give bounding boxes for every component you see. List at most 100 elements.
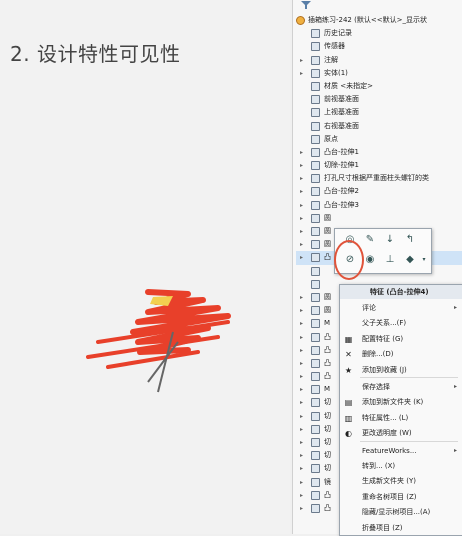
tree-item-label: 凸 (324, 332, 331, 341)
expand-arrow-icon[interactable]: ▸ (300, 331, 303, 344)
feature-icon (311, 95, 320, 105)
tree-item[interactable]: ▸ 凸台-拉伸3 (296, 199, 462, 212)
expand-arrow-icon[interactable]: ▸ (300, 344, 303, 357)
expand-arrow-icon[interactable]: ▸ (300, 502, 303, 515)
expand-arrow-icon[interactable]: ▸ (300, 291, 303, 304)
expand-arrow-icon[interactable]: ▸ (300, 462, 303, 475)
feature-icon (311, 68, 320, 78)
menu-item-icon: ★ (344, 365, 353, 375)
tree-item[interactable]: 右视基准面 (296, 120, 462, 133)
feature-icon (311, 81, 320, 91)
expand-arrow-icon[interactable]: ▸ (300, 159, 303, 172)
tree-item[interactable]: ▸ 切除-拉伸1 (296, 159, 462, 172)
feature-icon (311, 55, 320, 65)
filter-icon[interactable] (300, 0, 312, 10)
menu-item-label: 生成新文件夹 (Y) (362, 477, 416, 486)
tree-item-label: M (324, 319, 331, 328)
expand-arrow-icon[interactable]: ▸ (300, 54, 303, 67)
tree-item[interactable]: ▸ 凸台-拉伸1 (296, 146, 462, 159)
expand-arrow-icon[interactable]: ▸ (300, 185, 303, 198)
tree-item-label: 凸 (324, 490, 331, 499)
expand-arrow-icon[interactable]: ▸ (300, 449, 303, 462)
menu-item-label: 添加到新文件夹 (K) (362, 398, 424, 407)
tree-item[interactable]: 前视基准面 (296, 93, 462, 106)
part-icon (296, 16, 305, 25)
expand-arrow-icon[interactable]: ▸ (300, 489, 303, 502)
rollback-icon[interactable]: ↓ (383, 233, 397, 247)
context-menu-item[interactable]: ▦ 配置特征 (G) (340, 332, 462, 346)
context-menu-item[interactable]: ▥ 特征属性... (L) (340, 411, 462, 425)
context-menu-item[interactable]: 保存选择 ▸ (340, 380, 462, 394)
expand-arrow-icon[interactable]: ▸ (300, 67, 303, 80)
context-menu-item[interactable]: ▤ 添加到新文件夹 (K) (340, 395, 462, 409)
tree-item[interactable]: 上视基准面 (296, 106, 462, 119)
tree-item[interactable]: ▸ 注解 (296, 54, 462, 67)
tree-item[interactable]: 传感器 (296, 40, 462, 53)
tree-item[interactable]: ▸ 凸台-拉伸2 (296, 185, 462, 198)
tree-item-label: 凸 (324, 358, 331, 367)
chevron-down-icon[interactable]: ▾ (417, 253, 431, 267)
context-menu-item[interactable]: 重命名树项目 (Z) (340, 490, 462, 504)
expand-arrow-icon[interactable]: ▸ (300, 225, 303, 238)
appearance-icon[interactable]: ◆ (403, 253, 417, 267)
menu-separator (360, 377, 458, 378)
menu-item-icon (344, 319, 353, 328)
expand-arrow-icon[interactable]: ▸ (300, 212, 303, 225)
tree-item[interactable]: ▸ 实体(1) (296, 67, 462, 80)
tree-item[interactable]: 材质 <未指定> (296, 80, 462, 93)
expand-arrow-icon[interactable]: ▸ (300, 146, 303, 159)
expand-arrow-icon[interactable]: ▸ (300, 423, 303, 436)
menu-separator (360, 440, 458, 442)
undo-icon[interactable]: ↰ (403, 233, 417, 247)
context-menu-item[interactable]: 父子关系...(F) (340, 316, 462, 330)
context-menu-item[interactable]: ◐ 更改透明度 (W) (340, 426, 462, 440)
tree-item-label: 注解 (324, 55, 338, 64)
suppress-icon[interactable]: ◉ (363, 253, 377, 267)
tree-root[interactable]: 插箱练习-242 (默认<<默认>_显示状 (296, 14, 462, 27)
expand-arrow-icon[interactable]: ▸ (300, 396, 303, 409)
tree-item[interactable]: ▸ 打孔尺寸根据严重面柱头螺钉的类 (296, 172, 462, 185)
menu-item-icon: ▤ (344, 398, 353, 408)
feature-icon (311, 121, 320, 131)
expand-arrow-icon[interactable]: ▸ (300, 370, 303, 383)
tree-item-label: 切 (324, 411, 331, 420)
tree-item-label: 前视基准面 (324, 95, 359, 104)
normal-to-icon[interactable]: ⊥ (383, 253, 397, 267)
edit-feature-icon[interactable]: ✎ (363, 233, 377, 247)
menu-item-label: 折叠项目 (Z) (362, 523, 403, 532)
expand-arrow-icon[interactable]: ▸ (300, 436, 303, 449)
context-menu-item[interactable]: 隐藏/显示树项目...(A) (340, 505, 462, 519)
expand-arrow-icon[interactable]: ▸ (300, 172, 303, 185)
expand-arrow-icon[interactable]: ▸ (300, 251, 303, 264)
menu-item-label: 隐藏/显示树项目...(A) (362, 508, 431, 517)
tree-item-label: 原点 (324, 134, 338, 143)
expand-arrow-icon[interactable]: ▸ (300, 383, 303, 396)
feature-icon (311, 134, 320, 144)
context-menu-item[interactable]: 转到... (X) (340, 459, 462, 473)
menu-item-label: 添加到收藏 (J) (362, 365, 407, 374)
context-menu-item[interactable]: 折叠项目 (Z) (340, 521, 462, 535)
expand-arrow-icon[interactable]: ▸ (300, 317, 303, 330)
tree-item[interactable]: 历史记录 (296, 27, 462, 40)
menu-item-icon: ▦ (344, 334, 353, 344)
context-menu-item[interactable]: ★ 添加到收藏 (J) (340, 363, 462, 377)
context-menu-item[interactable]: FeatureWorks... ▸ (340, 444, 462, 458)
expand-arrow-icon[interactable]: ▸ (300, 476, 303, 489)
feature-icon (311, 464, 320, 474)
expand-arrow-icon[interactable]: ▸ (300, 199, 303, 212)
tree-item-label: 圆 (324, 227, 331, 235)
expand-arrow-icon[interactable]: ▸ (300, 410, 303, 423)
context-menu-item[interactable]: 评论 ▸ (340, 301, 462, 315)
tree-item[interactable]: 原点 (296, 133, 462, 146)
context-menu-item[interactable]: 生成新文件夹 (Y) (340, 474, 462, 488)
expand-arrow-icon[interactable]: ▸ (300, 357, 303, 370)
feature-icon (311, 200, 320, 210)
feature-icon (311, 161, 320, 171)
feature-icon (311, 503, 320, 513)
tree-item[interactable]: ▸ 圆 (296, 212, 462, 225)
expand-arrow-icon[interactable]: ▸ (300, 238, 303, 251)
menu-item-icon (344, 462, 353, 471)
context-menu-item[interactable]: ✕ 删除...(D) (340, 347, 462, 361)
expand-arrow-icon[interactable]: ▸ (300, 304, 303, 317)
feature-icon (311, 345, 320, 355)
